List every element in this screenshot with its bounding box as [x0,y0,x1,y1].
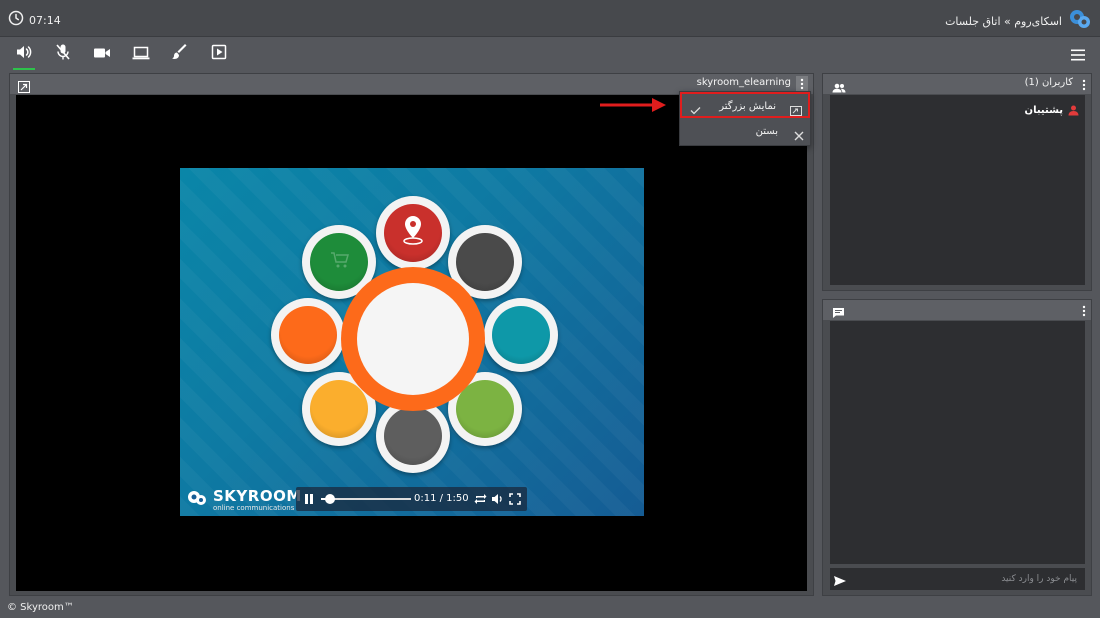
menu-item-close[interactable]: بستن [680,119,810,145]
annotation-arrow [600,97,670,116]
pause-icon [304,490,314,509]
pause-button[interactable] [303,492,315,506]
media-toolbar [0,37,1100,71]
chat-panel-options-icon[interactable] [1082,302,1086,321]
users-panel: کاربران (1) پشتیبان [822,73,1092,291]
stream-user-label: skyroom_elearning [696,77,791,88]
location-pin-icon [401,214,425,250]
users-panel-header: کاربران (1) [823,74,1091,94]
microphone-muted-icon [55,43,71,65]
circle-left [271,298,345,372]
center-disc [357,283,469,395]
circle-top-right-fill [456,233,514,291]
seek-bar[interactable] [321,494,411,504]
video-time: 0:11 / 1:50 [414,493,469,504]
clock-time: 07:14 [29,13,61,27]
watermark-tagline: online communications [213,503,295,512]
user-name: پشتیبان [1024,105,1063,116]
brand: اسکای‌روم » اتاق جلسات [945,8,1092,34]
screen-share-button[interactable] [131,44,151,64]
skyroom-watermark: SKYROOM online communications [186,488,302,512]
video-controls: 0:11 / 1:50 [296,487,527,511]
menu-item-close-label: بستن [755,126,778,137]
hamburger-menu-icon [1070,47,1086,66]
circle-top [376,196,450,270]
chat-panel [822,299,1092,596]
speaker-button[interactable] [13,44,35,70]
chat-message-input[interactable] [852,568,1083,590]
fullscreen-icon [509,490,521,509]
circle-bottom-left-fill [310,380,368,438]
stream-context-menu: نمایش بزرگتر بستن [679,91,811,146]
skyroom-logo-icon [1068,8,1092,34]
circle-right [484,298,558,372]
users-panel-options-icon[interactable] [1082,76,1086,95]
circle-bottom-fill [384,407,442,465]
screen-share-icon [132,45,150,64]
loop-icon [474,490,487,509]
watermark-text: SKYROOM online communications [213,486,302,512]
user-list-item[interactable]: پشتیبان [1025,101,1079,120]
video-stage: SKYROOM online communications 0:11 / 1:5… [16,95,807,591]
users-list: پشتیبان [830,95,1085,285]
send-button[interactable] [833,572,847,591]
close-icon [794,126,804,145]
microphone-button[interactable] [53,44,73,64]
users-panel-title: کاربران (1) [1024,77,1073,88]
chat-panel-header [823,300,1091,320]
chat-messages [830,321,1085,564]
maximize-icon [790,101,802,120]
speaker-icon [15,44,33,64]
volume-button[interactable] [490,492,504,506]
cart-icon [330,251,350,273]
seek-handle[interactable] [325,494,335,504]
loop-button[interactable] [473,492,487,506]
user-icon [1068,101,1079,120]
menu-item-maximize[interactable]: نمایش بزرگتر [680,92,810,118]
media-play-icon [211,44,227,64]
main-video-panel: skyroom_elearning SKYROOM online communi… [9,73,814,596]
center-ring [341,267,485,411]
stream-options-button[interactable] [796,76,808,92]
checkmark-icon [690,100,701,119]
menu-item-maximize-label: نمایش بزرگتر [719,101,776,112]
skyroom-watermark-icon [186,488,208,512]
whiteboard-brush-icon [172,44,188,64]
fullscreen-button[interactable] [508,492,522,506]
volume-icon [491,490,504,509]
media-play-button[interactable] [209,44,229,64]
clock-icon [8,10,24,30]
breadcrumb: اسکای‌روم » اتاق جلسات [945,14,1062,28]
circle-left-fill [279,306,337,364]
top-bar: 07:14 اسکای‌روم » اتاق جلسات [0,0,1100,37]
video-player[interactable]: SKYROOM online communications 0:11 / 1:5… [180,168,644,516]
watermark-brand: SKYROOM [213,486,302,505]
hamburger-menu-button[interactable] [1070,47,1086,61]
circle-right-fill [492,306,550,364]
camera-icon [93,45,111,64]
footer-copyright: © Skyroom™ [7,602,74,613]
clock: 07:14 [8,10,61,30]
whiteboard-button[interactable] [170,44,190,64]
camera-button[interactable] [92,44,112,64]
chat-input-row [830,568,1085,590]
